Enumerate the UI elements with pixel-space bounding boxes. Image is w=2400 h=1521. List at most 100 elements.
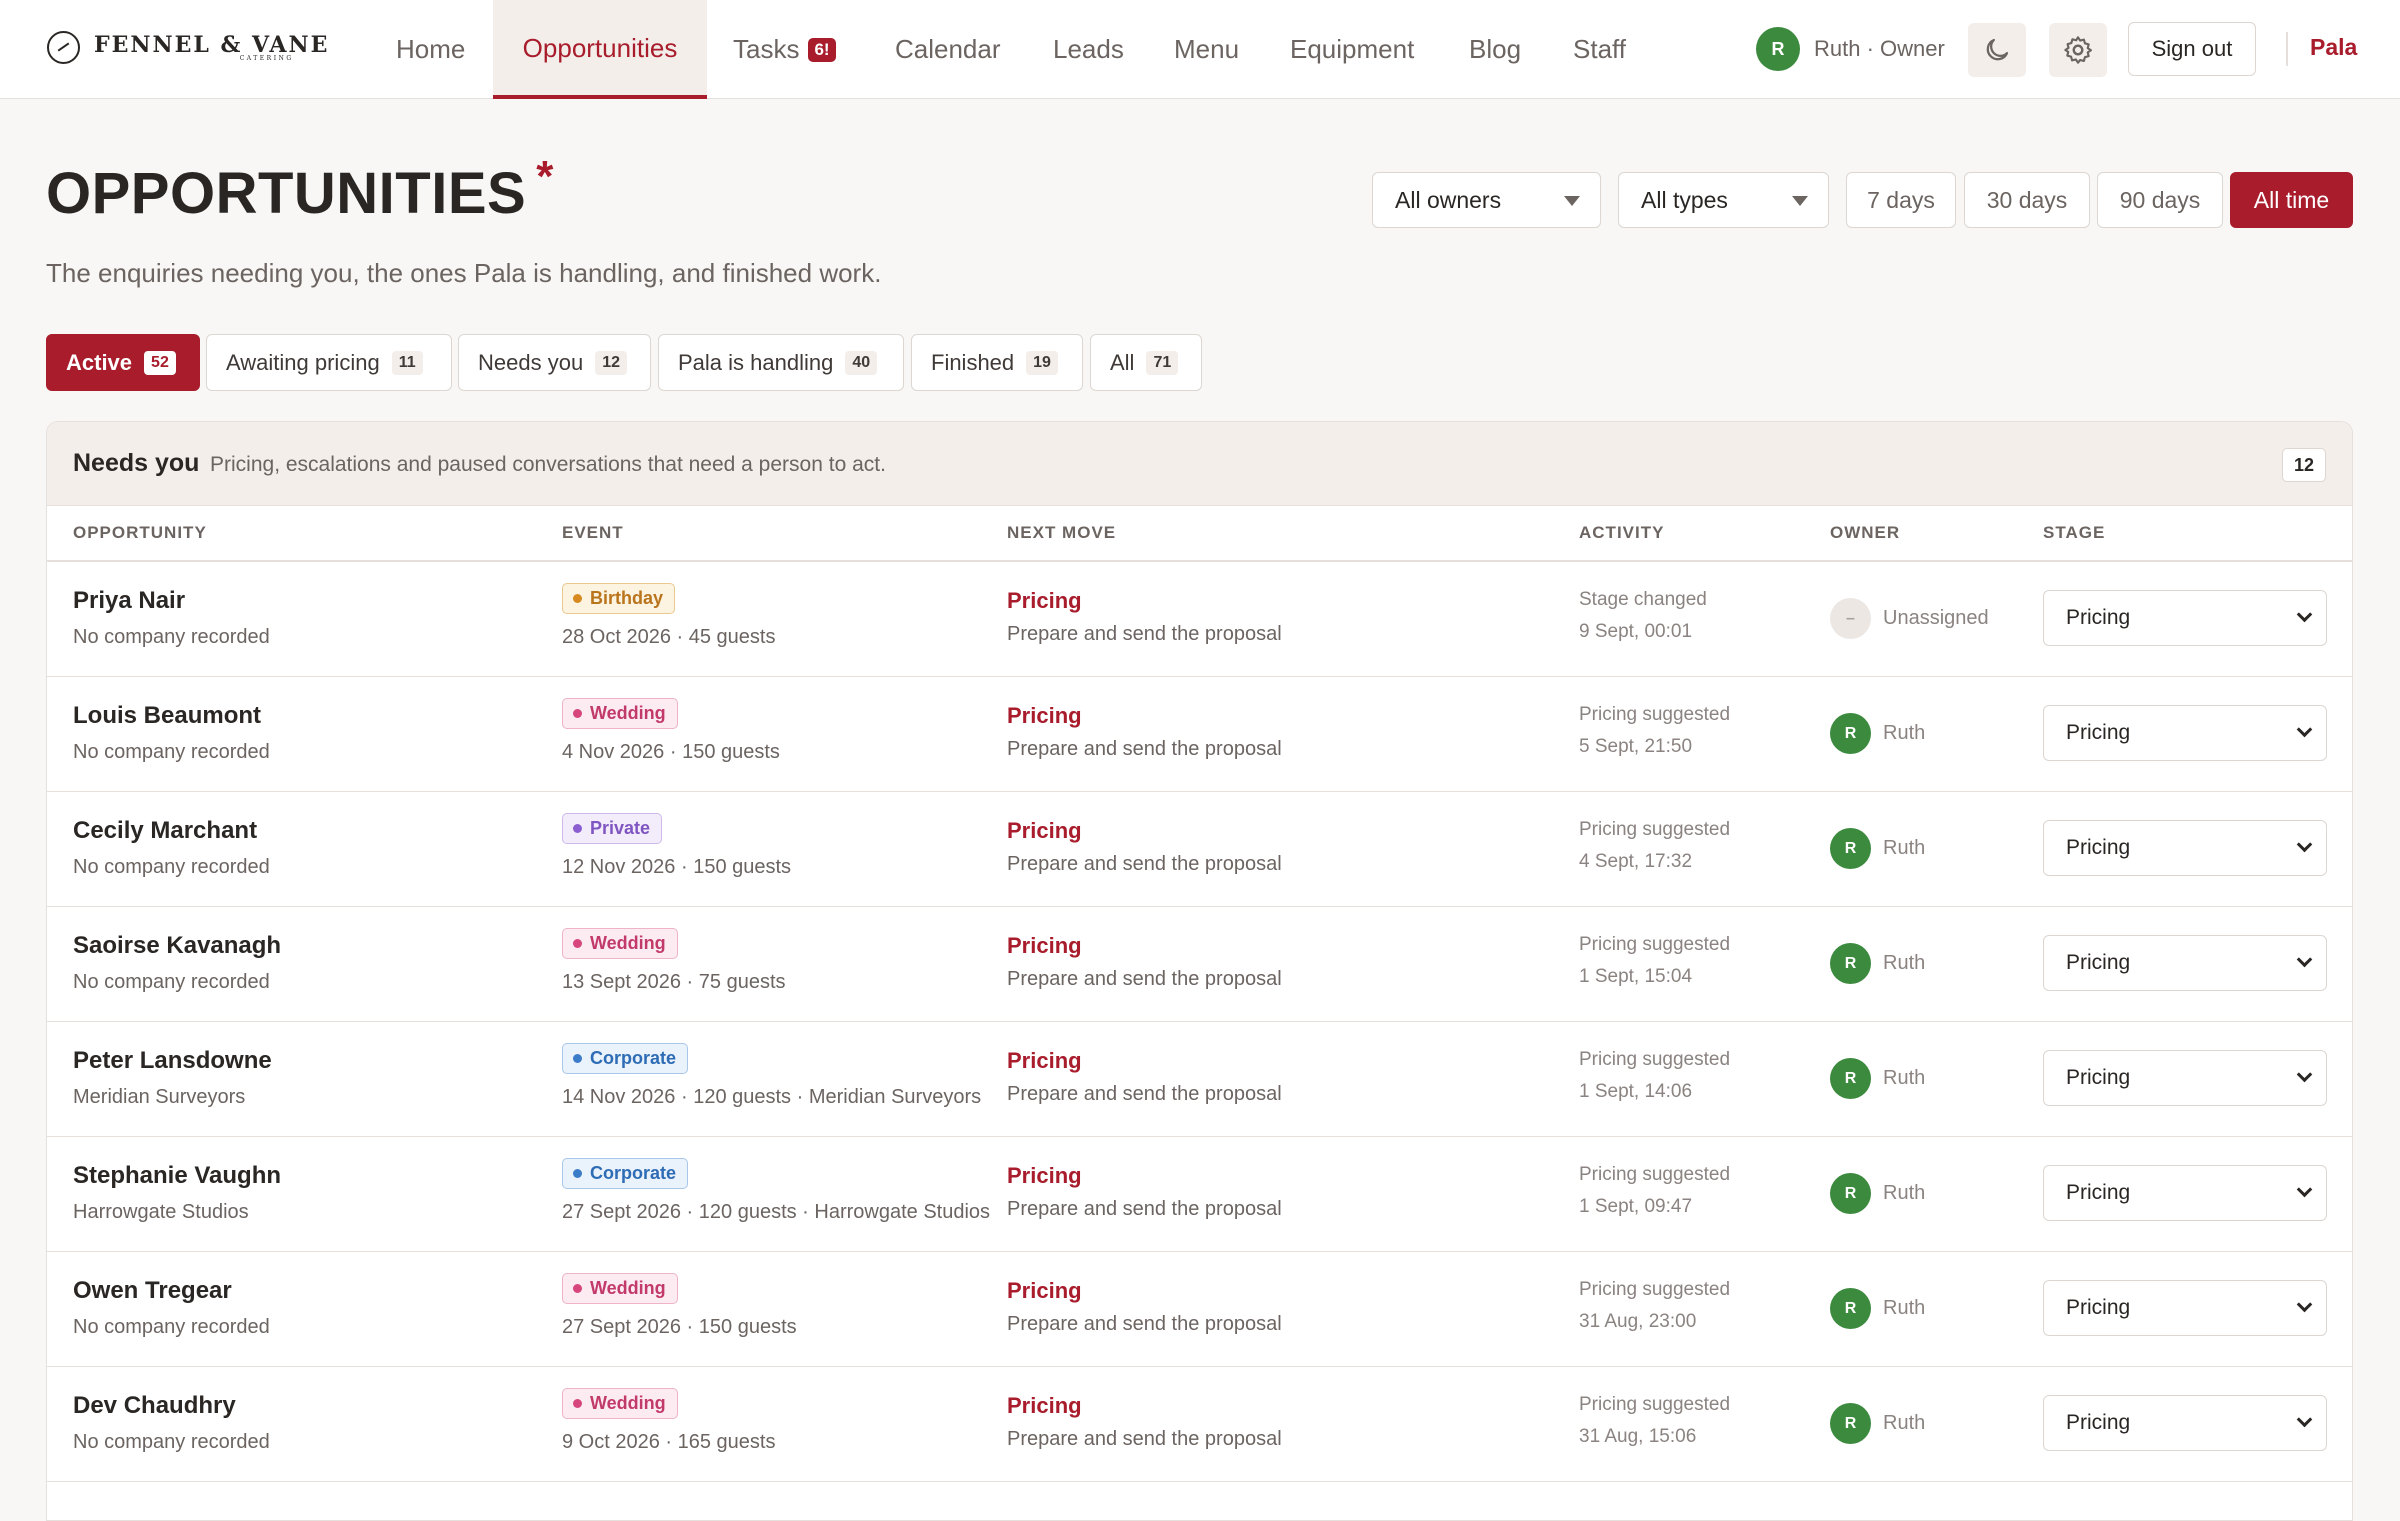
opportunity-name[interactable]: Owen Tregear [73, 1277, 232, 1305]
next-move-description: Prepare and send the proposal [1007, 1083, 1282, 1105]
stage-select[interactable]: Pricing [2043, 935, 2327, 991]
nav-staff[interactable]: Staff [1573, 0, 1626, 99]
next-move-title[interactable]: Pricing [1007, 818, 1082, 844]
range-all-time-button[interactable]: All time [2230, 172, 2353, 228]
owner-cell[interactable]: R Ruth [1830, 713, 1925, 754]
stage-select[interactable]: Pricing [2043, 1050, 2327, 1106]
activity-label: Stage changed [1579, 589, 1707, 610]
caret-down-icon [1792, 196, 1808, 206]
table-row[interactable]: Stephanie Vaughn Harrowgate Studios Corpor… [47, 1137, 2352, 1252]
range-90-days-button[interactable]: 90 days [2097, 172, 2223, 228]
nav-calendar[interactable]: Calendar [895, 0, 1001, 99]
user-chip[interactable]: R Ruth · Owner [1756, 26, 1945, 72]
next-move-title[interactable]: Pricing [1007, 1393, 1082, 1419]
pala-link[interactable]: Pala [2310, 34, 2357, 61]
top-navigation: FENNEL & VANE CATERING Home Opportunitie… [0, 0, 2400, 99]
nav-opportunities[interactable]: Opportunities [493, 0, 707, 99]
chevron-down-icon [2296, 951, 2313, 968]
brand-logo[interactable]: FENNEL & VANE CATERING [47, 29, 329, 65]
next-move-description: Prepare and send the proposal [1007, 623, 1282, 645]
table-row[interactable]: Dev Chaudhry No company recorded Wedding 9 … [47, 1367, 2352, 1482]
range-7-days-button[interactable]: 7 days [1846, 172, 1956, 228]
owner-cell[interactable]: R Ruth [1830, 1058, 1925, 1099]
table-row[interactable]: Cecily Marchant No company recorded Privat… [47, 792, 2352, 907]
owner-cell[interactable]: R Ruth [1830, 1403, 1925, 1444]
activity-timestamp: 31 Aug, 23:00 [1579, 1311, 1697, 1332]
nav-home[interactable]: Home [396, 0, 465, 99]
owner-cell[interactable]: R Ruth [1830, 1288, 1925, 1329]
owner-name: Ruth [1883, 1182, 1926, 1204]
table-row[interactable]: Louis Beaumont No company recorded Wedding… [47, 677, 2352, 792]
opportunity-name[interactable]: Priya Nair [73, 587, 185, 615]
tab-needs-you[interactable]: Needs you 12 [458, 334, 651, 391]
tab-pala-is-handling[interactable]: Pala is handling 40 [658, 334, 904, 391]
opportunity-name[interactable]: Peter Lansdowne [73, 1047, 272, 1075]
brand-name: FENNEL & VANE [94, 31, 330, 58]
nav-tasks[interactable]: Tasks 6! [733, 0, 836, 99]
nav-menu[interactable]: Menu [1174, 0, 1239, 99]
settings-button[interactable] [2049, 23, 2107, 77]
table-row[interactable]: Owen Tregear No company recorded Wedding 27… [47, 1252, 2352, 1367]
dark-mode-toggle[interactable] [1968, 23, 2026, 77]
owner-name: Unassigned [1883, 607, 1989, 629]
activity-timestamp: 1 Sept, 15:04 [1579, 966, 1693, 987]
event-details: 27 Sept 2026 · 150 guests [562, 1316, 797, 1338]
tab-finished[interactable]: Finished 19 [911, 334, 1083, 391]
stage-select[interactable]: Pricing [2043, 820, 2327, 876]
tab-active[interactable]: Active 52 [46, 334, 200, 391]
moon-icon [1986, 38, 2009, 61]
stage-select[interactable]: Pricing [2043, 1165, 2327, 1221]
owner-name: Ruth [1883, 722, 1926, 744]
table-row[interactable]: Peter Lansdowne Meridian Surveyors Corpora… [47, 1022, 2352, 1137]
event-details: 14 Nov 2026 · 120 guests · Meridian Surv… [562, 1086, 982, 1108]
opportunity-name[interactable]: Stephanie Vaughn [73, 1162, 281, 1190]
owner-cell[interactable]: R Ruth [1830, 943, 1925, 984]
tab-awaiting-pricing[interactable]: Awaiting pricing 11 [206, 334, 452, 391]
stage-select[interactable]: Pricing [2043, 1395, 2327, 1451]
sign-out-button[interactable]: Sign out [2128, 22, 2256, 76]
section-header: Needs you Pricing, escalations and pause… [47, 422, 2352, 506]
dot-icon [573, 1054, 582, 1063]
owner-cell[interactable]: R Ruth [1830, 828, 1925, 869]
activity-timestamp: 9 Sept, 00:01 [1579, 621, 1693, 642]
chevron-down-icon [2296, 721, 2313, 738]
event-details: 13 Sept 2026 · 75 guests [562, 971, 786, 993]
chevron-down-icon [2296, 606, 2313, 623]
activity-label: Pricing suggested [1579, 1049, 1731, 1070]
tab-all[interactable]: All 71 [1090, 334, 1202, 391]
table-row[interactable]: Saoirse Kavanagh No company recorded Weddi… [47, 907, 2352, 1022]
section-count-badge: 12 [2282, 448, 2326, 482]
range-30-days-button[interactable]: 30 days [1964, 172, 2090, 228]
stage-select[interactable]: Pricing [2043, 1280, 2327, 1336]
next-move-title[interactable]: Pricing [1007, 1048, 1082, 1074]
event-details: 12 Nov 2026 · 150 guests [562, 856, 792, 878]
owner-filter-select[interactable]: All owners [1372, 172, 1601, 228]
next-move-title[interactable]: Pricing [1007, 1278, 1082, 1304]
owner-cell[interactable]: – Unassigned [1830, 598, 1989, 639]
nav-blog[interactable]: Blog [1469, 0, 1521, 99]
next-move-title[interactable]: Pricing [1007, 933, 1082, 959]
type-filter-select[interactable]: All types [1618, 172, 1829, 228]
column-header-next-move: NEXT MOVE [1007, 523, 1117, 542]
next-move-title[interactable]: Pricing [1007, 703, 1082, 729]
opportunity-name[interactable]: Louis Beaumont [73, 702, 261, 730]
dot-icon [573, 1399, 582, 1408]
event-details: 28 Oct 2026 · 45 guests [562, 626, 776, 648]
stage-select[interactable]: Pricing [2043, 590, 2327, 646]
company-name: No company recorded [73, 741, 270, 763]
stage-select[interactable]: Pricing [2043, 705, 2327, 761]
company-name: No company recorded [73, 626, 270, 648]
owner-cell[interactable]: R Ruth [1830, 1173, 1925, 1214]
table-row[interactable]: Priya Nair No company recorded Birthday 28 … [47, 562, 2352, 677]
opportunity-name[interactable]: Cecily Marchant [73, 817, 257, 845]
nav-equipment[interactable]: Equipment [1290, 0, 1414, 99]
opportunity-name[interactable]: Saoirse Kavanagh [73, 932, 281, 960]
activity-label: Pricing suggested [1579, 1394, 1731, 1415]
nav-leads[interactable]: Leads [1053, 0, 1124, 99]
next-move-title[interactable]: Pricing [1007, 1163, 1082, 1189]
activity-timestamp: 1 Sept, 14:06 [1579, 1081, 1693, 1102]
dot-icon [573, 939, 582, 948]
opportunity-name[interactable]: Dev Chaudhry [73, 1392, 236, 1420]
brand-subtitle: CATERING [239, 54, 294, 62]
next-move-title[interactable]: Pricing [1007, 588, 1082, 614]
